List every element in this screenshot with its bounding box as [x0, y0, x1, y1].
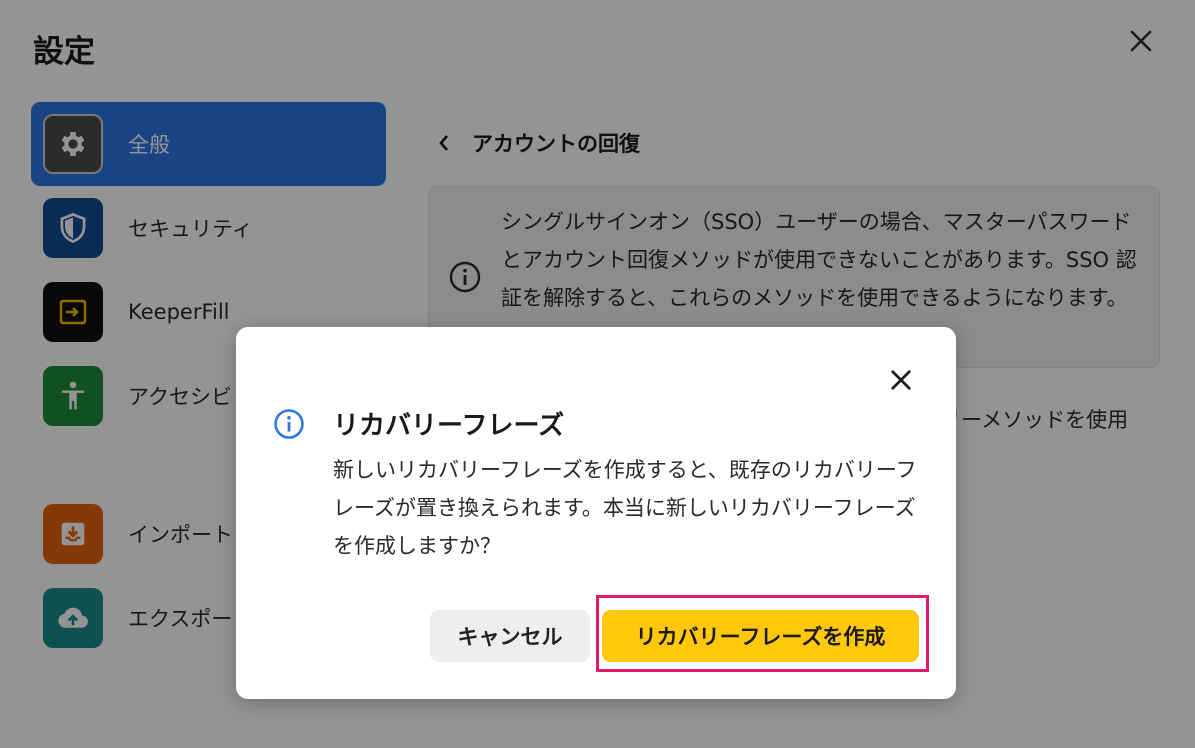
create-recovery-phrase-button[interactable]: リカバリーフレーズを作成 [602, 610, 919, 662]
close-dialog-button[interactable] [884, 363, 918, 397]
info-icon [274, 409, 304, 439]
cancel-button[interactable]: キャンセル [430, 610, 590, 662]
dialog-body: 新しいリカバリーフレーズを作成すると、既存のリカバリーフレーズが置き換えられます… [333, 458, 917, 558]
recovery-phrase-dialog: リカバリーフレーズ 新しいリカバリーフレーズを作成すると、既存のリカバリーフレー… [236, 327, 956, 699]
dialog-title: リカバリーフレーズ [333, 411, 565, 441]
close-icon [891, 370, 911, 390]
